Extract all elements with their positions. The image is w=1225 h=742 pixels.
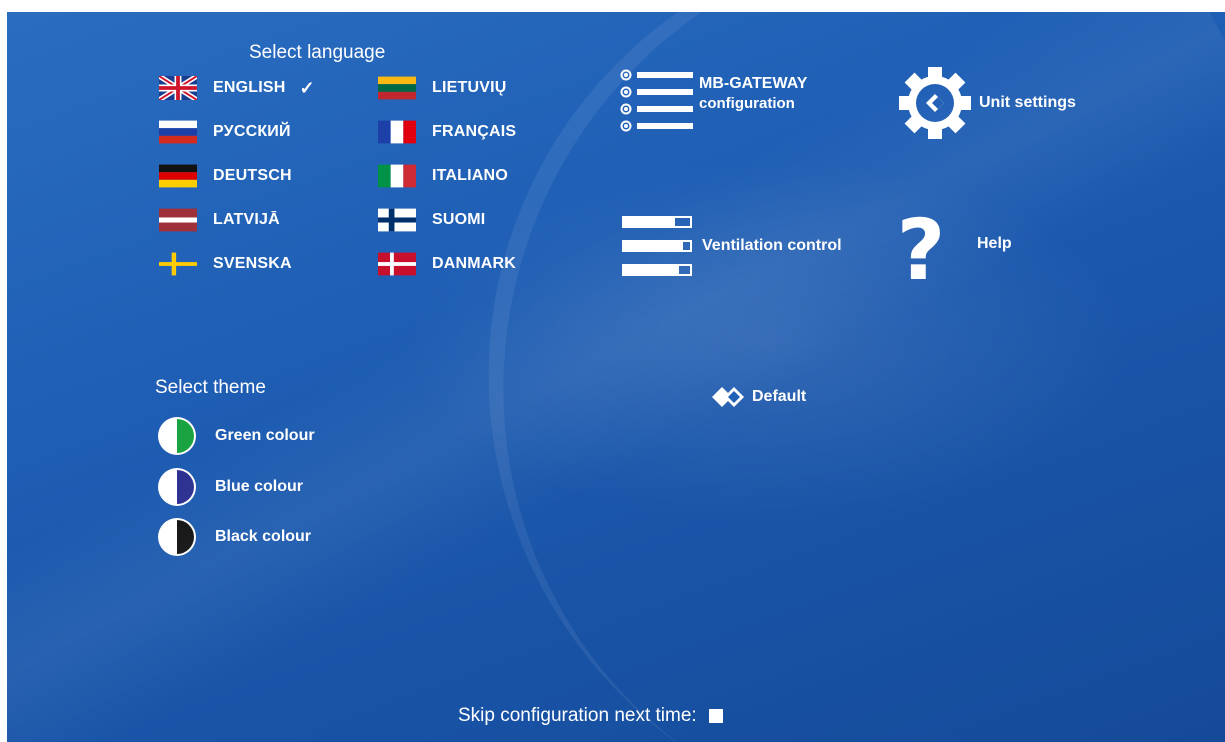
language-label: SUOMI <box>432 211 486 228</box>
question-mark-icon: ? <box>896 201 946 299</box>
configuration-screen: Select language ENGLISH ✓ РУССКИЙ DEUTSC… <box>7 12 1225 742</box>
uk-flag-icon <box>159 76 197 100</box>
default-theme-button[interactable]: Default <box>710 385 806 409</box>
mb-gateway-label: MB-GATEWAY <box>699 75 808 92</box>
language-danish[interactable]: DANMARK <box>378 252 516 276</box>
green-theme-circle-icon <box>158 417 196 455</box>
ventilation-sliders-icon <box>622 216 692 276</box>
theme-label: Black colour <box>215 528 312 545</box>
germany-flag-icon <box>159 164 197 188</box>
language-label: ENGLISH <box>213 79 286 96</box>
russia-flag-icon <box>159 120 197 144</box>
selected-check-icon: ✓ <box>299 77 315 98</box>
language-lithuanian[interactable]: LIETUVIŲ <box>378 76 507 100</box>
denmark-flag-icon <box>378 252 416 276</box>
select-language-heading: Select language <box>249 42 386 63</box>
latvia-flag-icon <box>159 208 197 232</box>
language-swedish[interactable]: SVENSKA <box>159 252 292 276</box>
language-label: ITALIANO <box>432 167 508 184</box>
unit-settings-button[interactable]: Unit settings <box>899 67 1076 139</box>
select-theme-heading: Select theme <box>155 377 266 398</box>
unit-settings-label: Unit settings <box>979 94 1076 111</box>
language-finnish[interactable]: SUOMI <box>378 208 485 232</box>
theme-black[interactable]: Black colour <box>157 517 311 557</box>
language-label: FRANÇAIS <box>432 123 517 140</box>
diamond-logo-icon <box>712 387 744 407</box>
finland-flag-icon <box>378 208 416 232</box>
blue-theme-circle-icon <box>158 468 196 506</box>
list-settings-icon <box>620 69 693 132</box>
language-italian[interactable]: ITALIANO <box>378 164 508 188</box>
skip-configuration-label: Skip configuration next time: <box>458 705 697 726</box>
help-button[interactable]: ? Help <box>895 208 1012 292</box>
language-english[interactable]: ENGLISH ✓ <box>159 76 315 100</box>
gear-icon <box>899 67 971 139</box>
language-label: DEUTSCH <box>213 167 292 184</box>
language-french[interactable]: FRANÇAIS <box>378 120 516 144</box>
language-label: LATVIJĀ <box>213 211 280 228</box>
theme-label: Blue colour <box>215 478 304 495</box>
black-theme-circle-icon <box>158 518 196 556</box>
sweden-flag-icon <box>159 252 197 276</box>
ventilation-control-button[interactable]: Ventilation control <box>622 214 842 282</box>
language-latvian[interactable]: LATVIJĀ <box>159 208 280 232</box>
language-russian[interactable]: РУССКИЙ <box>159 120 291 144</box>
france-flag-icon <box>378 120 416 144</box>
help-label: Help <box>977 235 1012 252</box>
mb-gateway-configuration-button[interactable]: MB-GATEWAY configuration <box>619 67 807 137</box>
default-label: Default <box>752 388 807 405</box>
skip-configuration-checkbox[interactable] <box>708 709 723 723</box>
language-label: РУССКИЙ <box>213 123 291 140</box>
language-label: DANMARK <box>432 255 517 272</box>
lithuania-flag-icon <box>378 76 416 100</box>
skip-configuration-option: Skip configuration next time: <box>458 705 723 727</box>
language-label: SVENSKA <box>213 255 292 272</box>
ventilation-control-label: Ventilation control <box>702 237 842 254</box>
theme-green[interactable]: Green colour <box>157 416 315 456</box>
italy-flag-icon <box>378 164 416 188</box>
theme-blue[interactable]: Blue colour <box>157 467 303 507</box>
language-label: LIETUVIŲ <box>432 79 507 96</box>
theme-label: Green colour <box>215 427 315 444</box>
language-german[interactable]: DEUTSCH <box>159 164 292 188</box>
configuration-label: configuration <box>699 95 795 112</box>
